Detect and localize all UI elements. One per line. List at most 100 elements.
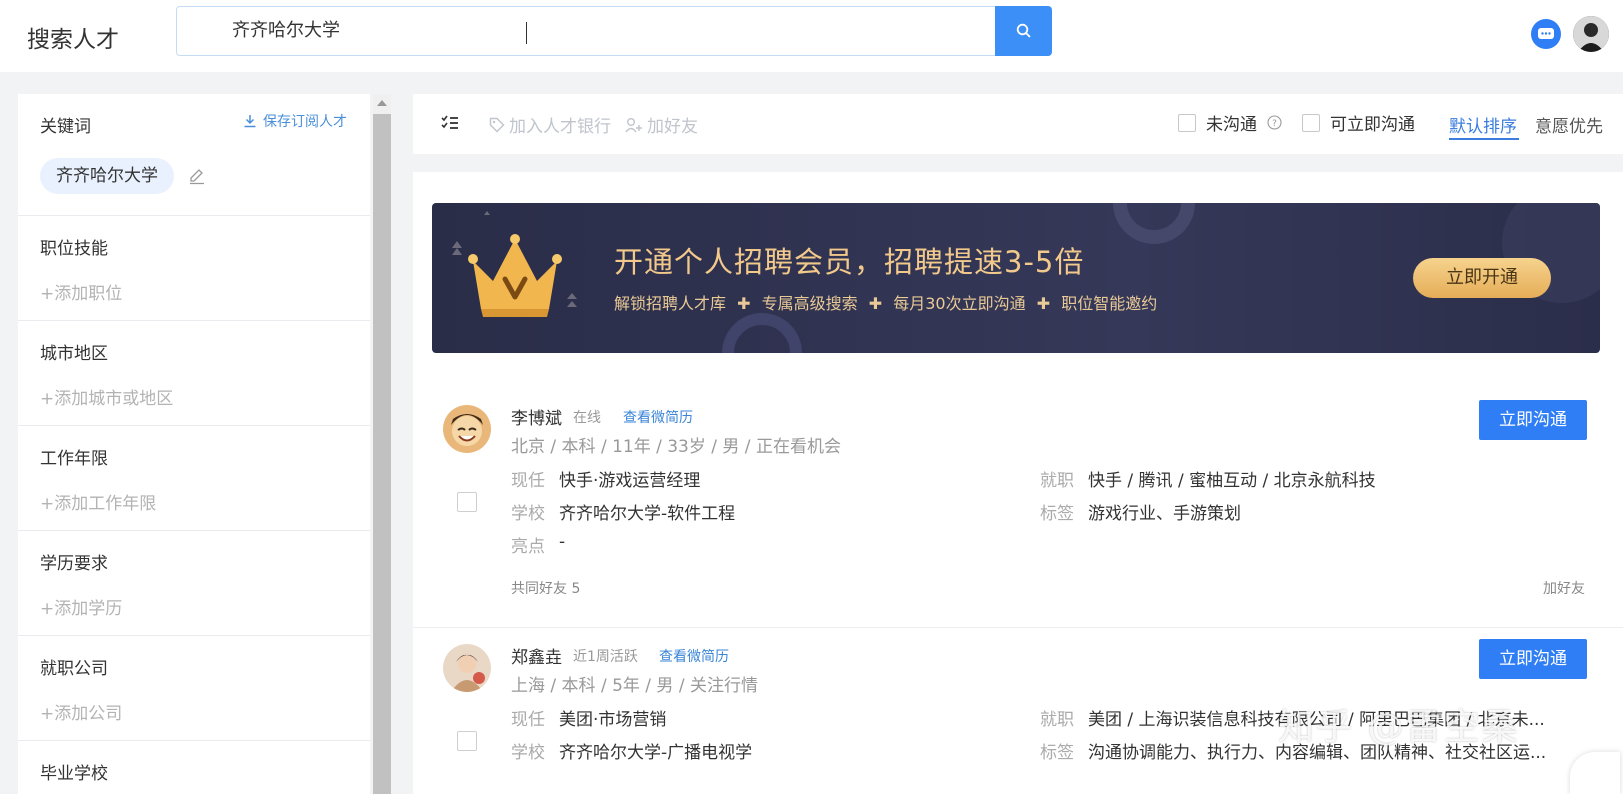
- tag-icon: [489, 117, 505, 132]
- keyword-section: 关键词 保存订阅人才 齐齐哈尔大学: [18, 94, 370, 216]
- membership-banner[interactable]: 开通个人招聘会员，招聘提速3-5倍 解锁招聘人才库 ✚ 专属高级搜索 ✚ 每月3…: [432, 203, 1600, 353]
- add-to-talent-bank-button[interactable]: 加入人才银行: [489, 112, 611, 137]
- banner-feature: 专属高级搜索: [761, 294, 858, 313]
- section-title: 城市地区: [40, 344, 108, 364]
- search-button[interactable]: [995, 6, 1052, 56]
- search-icon: [1016, 23, 1031, 38]
- highlight-label: 亮点: [511, 537, 545, 557]
- scroll-thumb[interactable]: [373, 114, 391, 794]
- add-friend-label: 加好友: [647, 117, 698, 137]
- keyword-tag[interactable]: 齐齐哈尔大学: [40, 158, 174, 194]
- add-user-icon: [625, 117, 642, 132]
- keyword-title: 关键词: [40, 117, 91, 137]
- banner-features: 解锁招聘人才库 ✚ 专属高级搜索 ✚ 每月30次立即沟通 ✚ 职位智能邀约: [614, 290, 1157, 314]
- chat-now-button[interactable]: 立即沟通: [1479, 400, 1587, 440]
- toolbar-add-friend-button[interactable]: 加好友: [625, 112, 698, 137]
- instant-contact-checkbox[interactable]: [1302, 113, 1320, 132]
- crown-icon: [468, 234, 562, 317]
- sort-active-indicator: [1449, 138, 1519, 140]
- current-label: 现任: [511, 710, 545, 730]
- school-value: 齐齐哈尔大学-软件工程: [559, 504, 736, 524]
- tags-label: 标签: [1040, 743, 1074, 763]
- company-section: 就职公司 +添加公司: [18, 636, 370, 741]
- city-section: 城市地区 +添加城市或地区: [18, 321, 370, 426]
- uncontacted-filter[interactable]: 未沟通 ?: [1178, 110, 1282, 135]
- add-friend-link[interactable]: 加好友: [1543, 578, 1585, 598]
- candidate-meta: 北京 / 本科 / 11年 / 33岁 / 男 / 正在看机会: [511, 437, 841, 457]
- scroll-up-arrow-icon[interactable]: [377, 100, 387, 106]
- chat-now-button[interactable]: 立即沟通: [1479, 639, 1587, 679]
- banner-title: 开通个人招聘会员，招聘提速3-5倍: [614, 245, 1085, 279]
- add-to-talent-bank-label: 加入人才银行: [509, 117, 611, 137]
- candidate-status: 近1周活跃: [573, 649, 638, 665]
- education-section: 学历要求 +添加学历: [18, 531, 370, 636]
- text-caret: [526, 22, 527, 44]
- candidate-card[interactable]: 李博斌 在线 查看微简历 北京 / 本科 / 11年 / 33岁 / 男 / 正…: [413, 390, 1623, 628]
- open-membership-button[interactable]: 立即开通: [1413, 258, 1551, 298]
- user-avatar[interactable]: [1573, 16, 1609, 52]
- highlight-value: -: [559, 532, 566, 552]
- current-position: 快手·游戏运营经理: [559, 471, 701, 491]
- school-label: 学校: [511, 504, 545, 524]
- section-title: 学历要求: [40, 554, 108, 574]
- add-city-button[interactable]: +添加城市或地区: [40, 384, 173, 409]
- banner-feature: 职位智能邀约: [1061, 294, 1158, 313]
- school-value: 齐齐哈尔大学-广播电视学: [559, 743, 753, 763]
- tags-value: 游戏行业、手游策划: [1088, 504, 1241, 524]
- candidate-status: 在线: [573, 410, 601, 426]
- search-box[interactable]: [176, 6, 996, 56]
- zhihu-watermark: 知乎 @雷空桑: [1278, 707, 1520, 748]
- school-section: 毕业学校: [18, 741, 370, 794]
- search-input[interactable]: [232, 18, 932, 39]
- instant-contact-filter[interactable]: 可立即沟通: [1302, 110, 1415, 135]
- job-history: 快手 / 腾讯 / 蜜柚互动 / 北京永航科技: [1088, 471, 1376, 491]
- add-position-button[interactable]: +添加职位: [40, 279, 122, 304]
- jobs-label: 就职: [1040, 471, 1074, 491]
- mutual-friends[interactable]: 共同好友 5: [511, 578, 580, 598]
- add-company-button[interactable]: +添加公司: [40, 699, 122, 724]
- floating-chat-badge[interactable]: [1570, 752, 1620, 794]
- top-header: 搜索人才: [0, 0, 1623, 72]
- message-icon[interactable]: [1531, 19, 1561, 49]
- instant-contact-label: 可立即沟通: [1330, 115, 1415, 135]
- jobs-label: 就职: [1040, 710, 1074, 730]
- result-toolbar: 加入人才银行 加好友 未沟通 ? 可立即沟通 默认排序 意愿优先: [413, 94, 1623, 154]
- svg-text:?: ?: [1272, 119, 1277, 129]
- candidate-name[interactable]: 郑鑫垚: [511, 643, 562, 668]
- candidate-checkbox[interactable]: [457, 731, 477, 751]
- banner-feature: 解锁招聘人才库: [614, 294, 727, 313]
- view-resume-link[interactable]: 查看微简历: [623, 407, 693, 427]
- save-subscription-button[interactable]: 保存订阅人才: [243, 111, 347, 131]
- filter-sidebar: 关键词 保存订阅人才 齐齐哈尔大学 职位技能 +添加职位 城市地区 +添加城市或…: [18, 94, 370, 794]
- work-years-section: 工作年限 +添加工作年限: [18, 426, 370, 531]
- save-subscription-label: 保存订阅人才: [263, 114, 347, 130]
- section-title: 职位技能: [40, 239, 108, 259]
- candidate-avatar[interactable]: [443, 644, 491, 692]
- download-icon: [244, 115, 256, 128]
- uncontacted-label: 未沟通: [1206, 115, 1257, 135]
- banner-feature: 每月30次立即沟通: [893, 294, 1026, 313]
- select-list-icon[interactable]: [441, 115, 459, 131]
- help-icon[interactable]: ?: [1267, 115, 1282, 130]
- sidebar-scrollbar[interactable]: [373, 94, 391, 794]
- plus-icon: ✚: [737, 294, 751, 313]
- school-label: 学校: [511, 743, 545, 763]
- skill-section: 职位技能 +添加职位: [18, 216, 370, 321]
- current-position: 美团·市场营销: [559, 710, 667, 730]
- candidate-name[interactable]: 李博斌: [511, 404, 562, 429]
- uncontacted-checkbox[interactable]: [1178, 113, 1196, 132]
- section-title: 就职公司: [40, 659, 108, 679]
- plus-icon: ✚: [1036, 294, 1051, 313]
- add-education-button[interactable]: +添加学历: [40, 594, 122, 619]
- candidate-meta: 上海 / 本科 / 5年 / 男 / 关注行情: [511, 676, 758, 696]
- edit-icon[interactable]: [188, 167, 206, 185]
- section-title: 工作年限: [40, 449, 108, 469]
- add-work-years-button[interactable]: +添加工作年限: [40, 489, 156, 514]
- sort-default-tab[interactable]: 默认排序: [1449, 112, 1517, 137]
- view-resume-link[interactable]: 查看微简历: [659, 646, 729, 666]
- candidate-checkbox[interactable]: [457, 492, 477, 512]
- page-brand-title: 搜索人才: [27, 27, 119, 53]
- candidate-avatar[interactable]: [443, 405, 491, 453]
- sort-intent-tab[interactable]: 意愿优先: [1535, 112, 1603, 137]
- section-title: 毕业学校: [40, 764, 108, 784]
